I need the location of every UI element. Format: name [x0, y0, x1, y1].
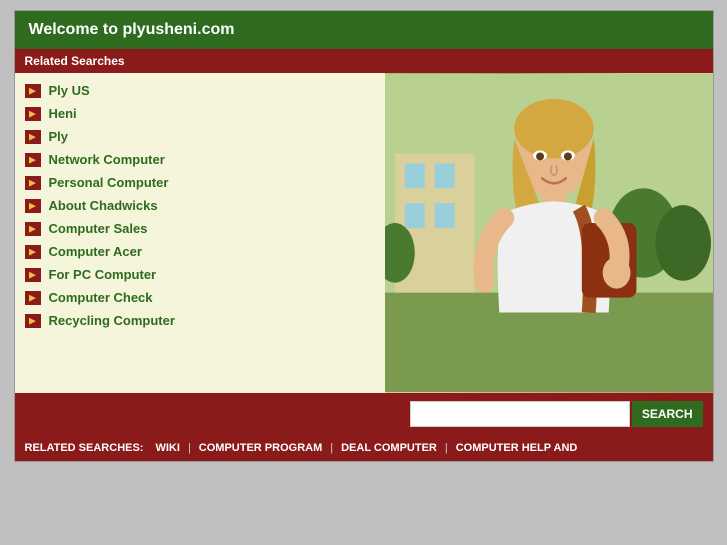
link-label: Personal Computer: [49, 175, 169, 190]
site-header: Welcome to plyusheni.com: [15, 11, 713, 49]
bottom-link-computer-program[interactable]: COMPUTER PROGRAM: [193, 442, 328, 454]
link-label: Computer Check: [49, 290, 153, 305]
link-label: For PC Computer: [49, 267, 157, 282]
link-label: Ply: [49, 129, 69, 144]
bottom-link-wiki[interactable]: WIKI: [149, 442, 185, 454]
link-ply[interactable]: Ply: [15, 125, 385, 148]
link-label: Heni: [49, 106, 77, 121]
bottom-link-computer-help-and[interactable]: COMPUTER HELP AND: [450, 442, 584, 454]
link-for-pc-computer[interactable]: For PC Computer: [15, 263, 385, 286]
main-container: Welcome to plyusheni.com Related Searche…: [14, 10, 714, 462]
bottom-bar: RELATED SEARCHES: WIKI | COMPUTER PROGRA…: [15, 435, 713, 461]
arrow-icon: [25, 84, 41, 98]
arrow-icon: [25, 176, 41, 190]
separator: |: [445, 442, 448, 454]
related-searches-label: Related Searches: [25, 54, 125, 68]
link-label: Network Computer: [49, 152, 165, 167]
related-searches-bar: Related Searches: [15, 49, 713, 73]
link-heni[interactable]: Heni: [15, 102, 385, 125]
arrow-icon: [25, 130, 41, 144]
header-title: Welcome to plyusheni.com: [29, 21, 235, 38]
content-area: Ply US Heni Ply Network Computer Persona…: [15, 73, 713, 393]
photo-placeholder: [385, 73, 713, 393]
separator: |: [188, 442, 191, 454]
left-links-panel: Ply US Heni Ply Network Computer Persona…: [15, 73, 385, 393]
arrow-icon: [25, 314, 41, 328]
bottom-link-deal-computer[interactable]: DEAL COMPUTER: [335, 442, 443, 454]
link-computer-check[interactable]: Computer Check: [15, 286, 385, 309]
arrow-icon: [25, 107, 41, 121]
person-illustration: [385, 73, 713, 393]
link-computer-acer[interactable]: Computer Acer: [15, 240, 385, 263]
link-computer-sales[interactable]: Computer Sales: [15, 217, 385, 240]
arrow-icon: [25, 268, 41, 282]
link-personal-computer[interactable]: Personal Computer: [15, 171, 385, 194]
link-recycling-computer[interactable]: Recycling Computer: [15, 309, 385, 332]
separator: |: [330, 442, 333, 454]
link-network-computer[interactable]: Network Computer: [15, 148, 385, 171]
link-label: Recycling Computer: [49, 313, 175, 328]
search-button[interactable]: SEARCH: [632, 401, 703, 427]
arrow-icon: [25, 153, 41, 167]
link-label: Computer Sales: [49, 221, 148, 236]
arrow-icon: [25, 222, 41, 236]
arrow-icon: [25, 291, 41, 305]
arrow-icon: [25, 199, 41, 213]
link-label: Computer Acer: [49, 244, 142, 259]
arrow-icon: [25, 245, 41, 259]
link-label: Ply US: [49, 83, 90, 98]
bottom-bar-label: RELATED SEARCHES:: [25, 442, 144, 454]
link-label: About Chadwicks: [49, 198, 158, 213]
search-bar-row: SEARCH: [15, 393, 713, 435]
search-input[interactable]: [410, 401, 630, 427]
hero-image-area: [385, 73, 713, 393]
link-ply-us[interactable]: Ply US: [15, 79, 385, 102]
link-about-chadwicks[interactable]: About Chadwicks: [15, 194, 385, 217]
